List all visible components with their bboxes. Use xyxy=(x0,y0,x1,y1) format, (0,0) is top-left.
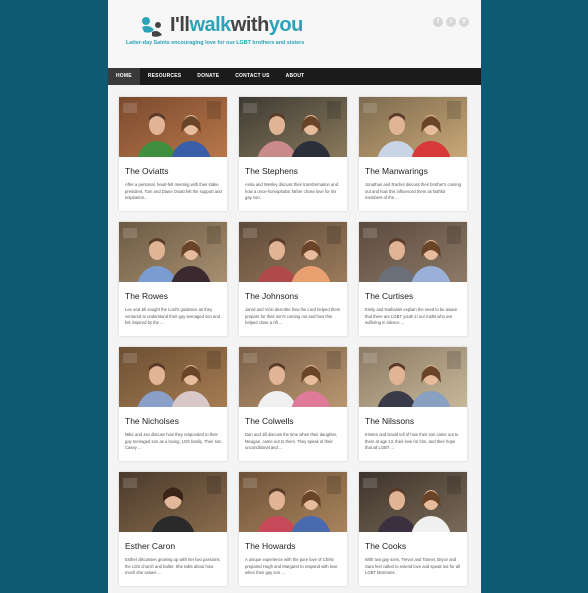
social-icons: f t ⚲ xyxy=(433,17,469,27)
main-nav: HOME RESOURCES DONATE CONTACT US ABOUT xyxy=(108,68,481,85)
video-thumbnail[interactable] xyxy=(359,472,467,532)
card-title[interactable]: The Nilssons xyxy=(365,416,463,426)
video-card[interactable]: The Johnsons Jared and Vicki describe ho… xyxy=(239,222,347,336)
card-title[interactable]: The Colwells xyxy=(245,416,343,426)
facebook-icon[interactable]: f xyxy=(433,17,443,27)
video-thumbnail[interactable] xyxy=(119,97,227,157)
card-description: Jared and Vicki describe how the Lord he… xyxy=(245,307,341,325)
video-card[interactable]: The Howards A unique experience with the… xyxy=(239,472,347,586)
video-card[interactable]: The Nilssons Kirsten and David tell of h… xyxy=(359,347,467,461)
card-description: Dan and Jill discuss the time when their… xyxy=(245,432,338,450)
card-description: Anita and Wesley discuss their transform… xyxy=(245,182,339,200)
card-description: After a personal, heart-felt meeting wit… xyxy=(125,182,222,200)
logo-mark-icon xyxy=(142,17,162,37)
video-card[interactable]: The Cooks With two gay sons, Trevor and … xyxy=(359,472,467,586)
video-card[interactable]: The Curtises Emily and Nathaniel explain… xyxy=(359,222,467,336)
nav-item-home[interactable]: HOME xyxy=(108,68,140,85)
logo-part: you xyxy=(268,14,304,36)
video-thumbnail[interactable] xyxy=(359,97,467,157)
video-thumbnail[interactable] xyxy=(239,347,347,407)
video-card[interactable]: The Manwarings Jonathan and Rachel discu… xyxy=(359,97,467,211)
site-tagline: Latter-day Saints encouraging love for o… xyxy=(126,40,305,46)
video-card[interactable]: The Stephens Anita and Wesley discuss th… xyxy=(239,97,347,211)
card-description: Esther discusses growing up with her two… xyxy=(125,557,221,575)
twitter-icon[interactable]: t xyxy=(446,17,456,27)
video-thumbnail[interactable] xyxy=(119,472,227,532)
page-container: I'llwalkwithyou Latter-day Saints encour… xyxy=(108,0,481,593)
nav-item-resources[interactable]: RESOURCES xyxy=(140,68,189,85)
video-card[interactable]: The Nicholses Mike and Jan discuss how t… xyxy=(119,347,227,461)
card-title[interactable]: The Stephens xyxy=(245,166,343,176)
logo-part: with xyxy=(230,14,270,36)
card-title[interactable]: The Johnsons xyxy=(245,291,343,301)
card-title[interactable]: The Rowes xyxy=(125,291,223,301)
card-title[interactable]: The Manwarings xyxy=(365,166,463,176)
video-thumbnail[interactable] xyxy=(359,347,467,407)
nav-item-about[interactable]: ABOUT xyxy=(278,68,313,85)
video-thumbnail[interactable] xyxy=(359,222,467,282)
video-thumbnail[interactable] xyxy=(119,222,227,282)
video-thumbnail[interactable] xyxy=(239,97,347,157)
video-thumbnail[interactable] xyxy=(119,347,227,407)
card-description: Lee and Jill sought the Lord's guidance … xyxy=(125,307,220,325)
video-thumbnail[interactable] xyxy=(239,222,347,282)
card-title[interactable]: The Howards xyxy=(245,541,343,551)
card-description: Mike and Jan discuss how they responded … xyxy=(125,432,222,450)
logo-part: I'll xyxy=(170,14,190,36)
card-title[interactable]: The Nicholses xyxy=(125,416,223,426)
search-icon[interactable]: ⚲ xyxy=(459,17,469,27)
logo-wordmark: I'llwalkwithyou xyxy=(170,14,303,37)
card-description: Emily and Nathaniel explain the need to … xyxy=(365,307,458,325)
nav-item-donate[interactable]: DONATE xyxy=(189,68,227,85)
video-thumbnail[interactable] xyxy=(239,472,347,532)
card-description: With two gay sons, Trevor and Tanner, Br… xyxy=(365,557,460,575)
card-description: Kirsten and David tell of how their son … xyxy=(365,432,459,450)
logo-part: walk xyxy=(189,14,231,36)
card-title[interactable]: The Oviatts xyxy=(125,166,223,176)
video-card[interactable]: The Rowes Lee and Jill sought the Lord's… xyxy=(119,222,227,336)
card-description: Jonathan and Rachel discuss their brothe… xyxy=(365,182,462,200)
card-title[interactable]: The Curtises xyxy=(365,291,463,301)
card-description: A unique experience with the pure love o… xyxy=(245,557,338,575)
site-header: I'llwalkwithyou Latter-day Saints encour… xyxy=(108,0,481,68)
card-title[interactable]: Esther Caron xyxy=(125,541,223,551)
video-card[interactable]: Esther Caron Esther discusses growing up… xyxy=(119,472,227,586)
card-title[interactable]: The Cooks xyxy=(365,541,463,551)
nav-item-contact-us[interactable]: CONTACT US xyxy=(227,68,277,85)
video-card[interactable]: The Colwells Dan and Jill discuss the ti… xyxy=(239,347,347,461)
video-card[interactable]: The Oviatts After a personal, heart-felt… xyxy=(119,97,227,211)
